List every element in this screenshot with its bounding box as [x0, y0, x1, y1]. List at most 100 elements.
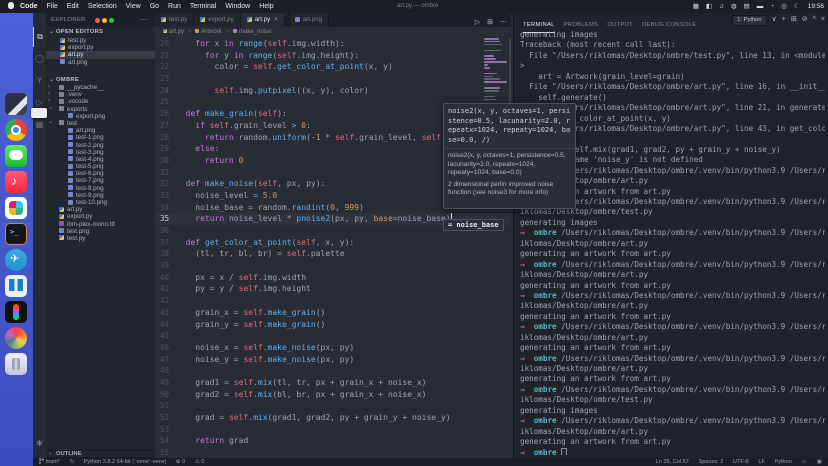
code-line[interactable]: 48 — [155, 365, 511, 377]
code-line[interactable]: 42 — [155, 295, 511, 307]
tree-item-test-1-png[interactable]: test-1.png — [46, 134, 155, 141]
dock-figma-icon[interactable] — [5, 301, 27, 323]
menubar-battery-icon[interactable]: ▬ — [757, 3, 764, 10]
tree-item-test-png[interactable]: test.png — [46, 228, 155, 235]
code-line[interactable]: 47 noise_y = self.make_noise(px, py) — [155, 354, 511, 366]
editor-more-actions-icon[interactable]: ⋯ — [500, 19, 507, 26]
tab-test-py[interactable]: test.py — [155, 13, 194, 27]
tab-art-py[interactable]: art.py× — [241, 13, 285, 27]
git-branch-item[interactable]: main* — [39, 459, 60, 465]
dock-telegram-icon[interactable] — [5, 249, 27, 271]
dock-messages-icon[interactable] — [5, 145, 27, 167]
open-editor-test-py[interactable]: test.py — [46, 37, 155, 44]
more-actions-icon[interactable]: ⋯ — [139, 15, 147, 24]
code-line[interactable]: 52 grad = self.mix(grad1, grad2, py + gr… — [155, 412, 511, 424]
dock-trello-icon[interactable] — [5, 275, 27, 297]
menubar-clock[interactable]: 19:56 — [808, 3, 824, 10]
code-line[interactable]: 24 self.img.putpixel((x, y), color) — [155, 85, 511, 97]
notifications-icon[interactable]: ▣ — [817, 459, 822, 465]
encoding-item[interactable]: UTF-8 — [733, 459, 749, 465]
terminal-output[interactable]: generating imagesTraceback (most recent … — [520, 30, 825, 455]
terminal-new-icon[interactable]: + — [782, 16, 786, 23]
activity-search-icon[interactable]: ◯ — [33, 49, 46, 69]
code-line[interactable]: 55 — [155, 447, 511, 458]
code-line[interactable]: 44 grain_y = self.make_grain() — [155, 319, 511, 331]
breadcrumb-file[interactable]: art.py — [169, 29, 184, 35]
menubar-control-center-icon[interactable]: ☾ — [794, 3, 800, 10]
menu-item-go[interactable]: Go — [150, 3, 159, 10]
activity-source-control-icon[interactable]: Y — [33, 71, 46, 91]
terminal-split-icon[interactable]: ⊞ — [791, 16, 797, 23]
menu-item-edit[interactable]: Edit — [67, 3, 79, 10]
code-line[interactable]: 40 px = x / self.img.width — [155, 272, 511, 284]
tree-item-test-4-png[interactable]: test-4.png — [46, 156, 155, 163]
dock-window-thumbnail-icon[interactable] — [5, 93, 27, 115]
menubar-record-icon[interactable]: ◍ — [731, 3, 737, 10]
open-editor-export-py[interactable]: export.py — [46, 44, 155, 51]
activity-extensions-icon[interactable]: ▦ — [33, 115, 46, 135]
language-mode-item[interactable]: Python — [774, 459, 791, 465]
menubar-keyboard-icon[interactable]: ▤ — [744, 3, 750, 10]
tree-item-test[interactable]: ⌄test — [46, 120, 155, 127]
dock-stickers-icon[interactable] — [5, 327, 27, 349]
errors-item[interactable]: ⊗ 0 — [176, 459, 185, 465]
code-line[interactable]: 21 for y in range(self.img.height): — [155, 50, 511, 62]
activity-settings-icon[interactable]: ✱ — [33, 434, 46, 454]
menubar-music-icon[interactable]: ♫ — [719, 3, 724, 10]
open-editors-section[interactable]: ⌄OPEN EDITORS — [46, 29, 155, 35]
shell-selector[interactable]: 1: Python — [732, 15, 767, 26]
eol-item[interactable]: LF — [758, 459, 765, 465]
tab-export-py[interactable]: export.py — [194, 13, 240, 27]
code-area[interactable]: 20 for x in range(self.img.width):21 for… — [155, 38, 511, 458]
code-line[interactable]: 51 — [155, 400, 511, 412]
outline-section[interactable]: ›OUTLINE — [46, 450, 155, 457]
code-line[interactable]: 38 (tl, tr, bl, br) = self.palette — [155, 248, 511, 260]
code-line[interactable]: 49 grad1 = self.mix(tl, tr, px + grain_x… — [155, 377, 511, 389]
menu-item-run[interactable]: Run — [168, 3, 181, 10]
code-line[interactable]: 50 grad2 = self.mix(bl, br, px + grain_x… — [155, 389, 511, 401]
editor-split-editor-icon[interactable]: ⊞ — [487, 19, 493, 26]
open-editor-art-png[interactable]: art.png — [46, 59, 155, 66]
tree-item-test-9-png[interactable]: test-9.png — [46, 192, 155, 199]
dock-chrome-icon[interactable] — [5, 119, 27, 141]
tree-item-test-7-png[interactable]: test-7.png — [46, 177, 155, 184]
warnings-item[interactable]: ⚠ 0 — [195, 459, 205, 465]
tree-item-test-py[interactable]: test.py — [46, 235, 155, 242]
tree-item-export-py[interactable]: export.py — [46, 213, 155, 220]
window-zoom-button[interactable] — [109, 18, 114, 23]
code-line[interactable]: 23 — [155, 73, 511, 85]
workspace-section[interactable]: ⌄OMBRE — [46, 77, 155, 83]
terminal-kill-icon[interactable]: ⊘ — [802, 16, 808, 23]
tree-item-test-6-png[interactable]: test-6.png — [46, 170, 155, 177]
tree-item-test-5-png[interactable]: test-5.png — [46, 163, 155, 170]
menu-item-window[interactable]: Window — [225, 3, 250, 10]
menu-item-code[interactable]: Code — [20, 3, 38, 10]
indentation-item[interactable]: Spaces: 2 — [698, 459, 723, 465]
open-editor-art-py[interactable]: art.py — [46, 51, 155, 58]
terminal-close-panel-icon[interactable]: × — [821, 16, 825, 23]
tree-item-export-png[interactable]: export.png — [46, 113, 155, 120]
cursor-position-item[interactable]: Ln 35, Col 57 — [656, 459, 689, 465]
menu-item-terminal[interactable]: Terminal — [190, 3, 216, 10]
code-line[interactable]: 43 grain_x = self.make_grain() — [155, 307, 511, 319]
menubar-wifi-icon[interactable]: ◔ — [770, 3, 774, 10]
code-line[interactable]: 54 return grad — [155, 435, 511, 447]
code-line[interactable]: 22 color = self.get_color_at_point(x, y) — [155, 61, 511, 73]
dock-terminal-icon[interactable] — [5, 223, 27, 245]
sync-icon[interactable]: ↻ — [69, 459, 74, 465]
menubar-search-icon[interactable]: ◎ — [781, 3, 787, 10]
tree-item-test-8-png[interactable]: test-8.png — [46, 185, 155, 192]
window-minimize-button[interactable] — [102, 18, 107, 23]
tree-item-test-2-png[interactable]: test-2.png — [46, 142, 155, 149]
code-line[interactable]: 53 — [155, 424, 511, 436]
apple-menu-icon[interactable] — [8, 2, 14, 9]
close-icon[interactable]: × — [274, 16, 278, 23]
python-interpreter-item[interactable]: Python 3.8.2 64-bit ('.venv': venv) — [84, 459, 167, 465]
menu-item-selection[interactable]: Selection — [88, 3, 117, 10]
code-line[interactable]: 37 def get_color_at_point(self, x, y): — [155, 237, 511, 249]
terminal-maximize-panel-icon[interactable]: ^ — [813, 16, 816, 23]
code-line[interactable]: 41 py = y / self.img.height — [155, 283, 511, 295]
menu-item-file[interactable]: File — [47, 3, 58, 10]
tree-item-test-10-png[interactable]: test-10.png — [46, 199, 155, 206]
tree-item-art-png[interactable]: art.png — [46, 127, 155, 134]
